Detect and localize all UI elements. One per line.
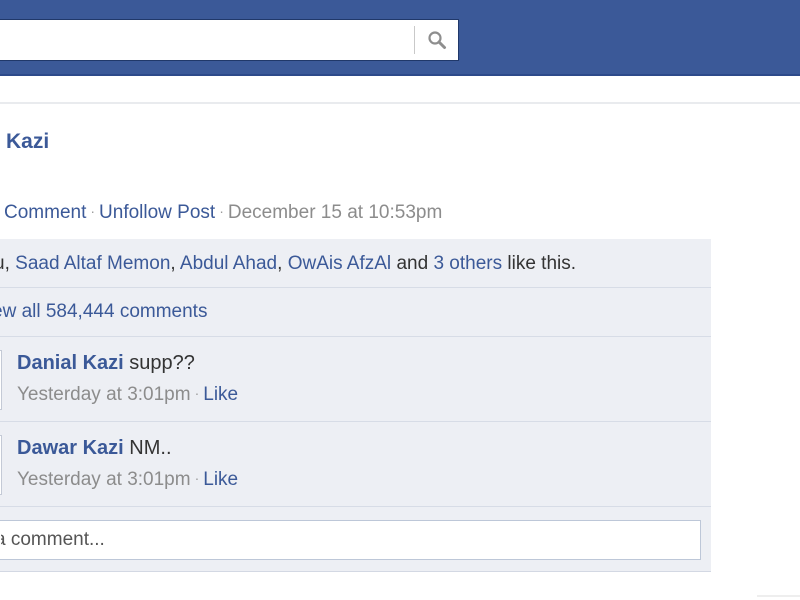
feedback-panel: u, Saad Altaf Memon, Abdul Ahad, OwAis A…	[0, 239, 711, 572]
corner-divider	[757, 595, 800, 597]
separator-dot: ·	[194, 385, 200, 401]
likes-prefix: u,	[0, 253, 10, 274]
likes-row: u, Saad Altaf Memon, Abdul Ahad, OwAis A…	[0, 239, 711, 288]
search-input[interactable]	[0, 20, 414, 60]
comment-body: Dawar Kazi NM..	[17, 437, 172, 460]
like-link[interactable]: Like	[203, 469, 238, 490]
search-icon	[428, 31, 446, 49]
view-all-row: ew all 584,444 comments	[0, 289, 711, 337]
write-comment-row	[0, 508, 711, 571]
post-timestamp: December 15 at 10:53pm	[227, 202, 443, 223]
comment-meta: Yesterday at 3:01pm · Like	[17, 384, 238, 406]
comment-author-link[interactable]: Danial Kazi	[17, 352, 124, 374]
separator-dot: ·	[219, 203, 224, 219]
avatar[interactable]	[0, 350, 2, 410]
likes-sentence: u, Saad Altaf Memon, Abdul Ahad, OwAis A…	[0, 253, 576, 275]
comment-meta: Yesterday at 3:01pm · Like	[17, 469, 238, 491]
like-name-link[interactable]: Saad Altaf Memon	[15, 253, 170, 274]
like-link[interactable]: Like	[203, 384, 238, 405]
comment-time: Yesterday at 3:01pm	[17, 469, 191, 490]
comment-author-link[interactable]: Dawar Kazi	[17, 437, 124, 459]
comment-input[interactable]	[0, 520, 701, 560]
like-name-link[interactable]: Abdul Ahad	[180, 253, 277, 274]
likes-and: and	[396, 253, 429, 274]
avatar[interactable]	[0, 435, 2, 495]
comment-time: Yesterday at 3:01pm	[17, 384, 191, 405]
view-all-comments-link[interactable]: ew all 584,444 comments	[0, 301, 207, 323]
likes-others-link[interactable]: 3 others	[433, 253, 502, 274]
post-author-link[interactable]: Kazi	[6, 130, 49, 154]
comment-text: supp??	[129, 352, 195, 374]
like-name-link[interactable]: OwAis AfzAl	[288, 253, 391, 274]
search-box	[0, 19, 459, 61]
likes-suffix: like this.	[507, 253, 577, 274]
search-button[interactable]	[418, 22, 456, 58]
comment-item: Danial Kazi supp?? Yesterday at 3:01pm · L…	[0, 338, 711, 422]
comment-link[interactable]: Comment	[4, 202, 86, 223]
search-divider	[414, 26, 415, 54]
separator-dot: ·	[194, 470, 200, 486]
comment-item: Dawar Kazi NM.. Yesterday at 3:01pm · Like	[0, 423, 711, 507]
unfollow-post-link[interactable]: Unfollow Post	[99, 202, 215, 223]
header-divider	[0, 102, 800, 104]
post-actions: Comment · Unfollow Post · December 15 at 10:…	[4, 202, 442, 224]
separator-dot: ·	[90, 203, 96, 219]
comment-text: NM..	[129, 437, 172, 459]
top-bar	[0, 0, 800, 76]
comment-body: Danial Kazi supp??	[17, 352, 195, 375]
